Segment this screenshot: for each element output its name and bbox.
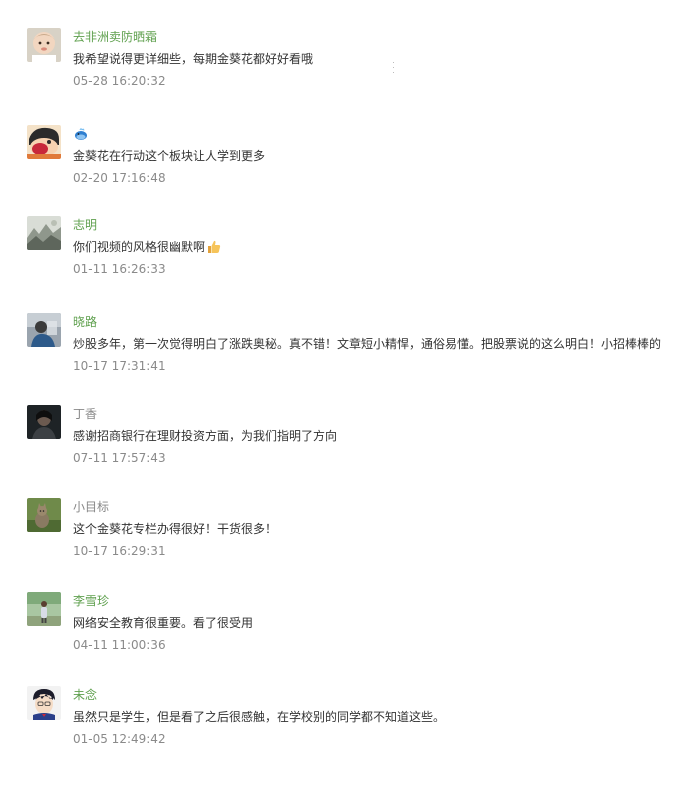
comment-text: 这个金葵花专栏办得很好！干货很多！	[73, 522, 278, 536]
comment-item: 小目标 这个金葵花专栏办得很好！干货很多！ 10-17 16:29:31	[27, 498, 687, 568]
dark-portrait-avatar-icon[interactable]	[27, 405, 61, 439]
baby-photo-avatar-icon[interactable]	[27, 28, 61, 62]
comment-text: 网络安全教育很重要。看了很受用	[73, 616, 254, 630]
person-photo-avatar-icon[interactable]	[27, 313, 61, 347]
comment-author-name: 志明	[73, 218, 98, 232]
comment-list: 去非洲卖防晒霜 我希望说得更详细些，每期金葵花都好好看哦 05-28 16:20…	[0, 0, 700, 788]
comment-author-name	[73, 126, 88, 145]
blue-whale-emoji-icon	[74, 127, 88, 145]
comment-item: 晓路 炒股多年，第一次觉得明白了涨跌奥秘。真不错！文章短小精悍，通俗易懂。把股票…	[27, 313, 687, 383]
comment-text: 感谢招商银行在理财投资方面，为我们指明了方向	[73, 429, 338, 443]
comment-time: 01-11 16:26:33	[73, 262, 166, 276]
outdoor-person-avatar-icon[interactable]	[27, 592, 61, 626]
comment-time: 02-20 17:16:48	[73, 171, 166, 185]
comment-item: 去非洲卖防晒霜 我希望说得更详细些，每期金葵花都好好看哦 05-28 16:20…	[27, 28, 687, 98]
comment-author-name: 去非洲卖防晒霜	[73, 30, 158, 44]
comment-item: 志明 你们视频的风格很幽默啊 01-11 16:26:33	[27, 216, 687, 286]
comment-author-name: 未念	[73, 688, 98, 702]
comment-text: 炒股多年，第一次觉得明白了涨跌奥秘。真不错！文章短小精悍，通俗易懂。把股票说的这…	[73, 337, 662, 351]
comment-item: 李雪珍 网络安全教育很重要。看了很受用 04-11 11:00:36	[27, 592, 687, 662]
comment-time: 05-28 16:20:32	[73, 74, 166, 88]
comment-text: 金葵花在行动这个板块让人学到更多	[73, 149, 266, 163]
comment-text: 你们视频的风格很幽默啊	[73, 238, 221, 259]
comment-text: 我希望说得更详细些，每期金葵花都好好看哦	[73, 52, 314, 66]
anime-boy-avatar-icon[interactable]	[27, 686, 61, 720]
thumbs-up-emoji-icon	[206, 239, 221, 259]
comment-time: 10-17 17:31:41	[73, 359, 166, 373]
comment-time: 07-11 17:57:43	[73, 451, 166, 465]
comment-text: 虽然只是学生，但是看了之后很感触，在学校别的同学都不知道这些。	[73, 710, 446, 724]
comment-time: 10-17 16:29:31	[73, 544, 166, 558]
comment-item: 金葵花在行动这个板块让人学到更多 02-20 17:16:48	[27, 125, 687, 195]
comment-author-name: 李雪珍	[73, 594, 110, 608]
comment-author-name: 晓路	[73, 315, 98, 329]
comment-author-name: 丁香	[73, 407, 98, 421]
landscape-painting-avatar-icon[interactable]	[27, 216, 61, 250]
comment-author-name: 小目标	[73, 500, 110, 514]
comment-time: 04-11 11:00:36	[73, 638, 166, 652]
comment-item: 未念 虽然只是学生，但是看了之后很感触，在学校别的同学都不知道这些。 01-05…	[27, 686, 687, 756]
comment-time: 01-05 12:49:42	[73, 732, 166, 746]
comment-item: 丁香 感谢招商银行在理财投资方面，为我们指明了方向 07-11 17:57:43	[27, 405, 687, 475]
cartoon-character-avatar-icon[interactable]	[27, 125, 61, 159]
cat-photo-avatar-icon[interactable]	[27, 498, 61, 532]
